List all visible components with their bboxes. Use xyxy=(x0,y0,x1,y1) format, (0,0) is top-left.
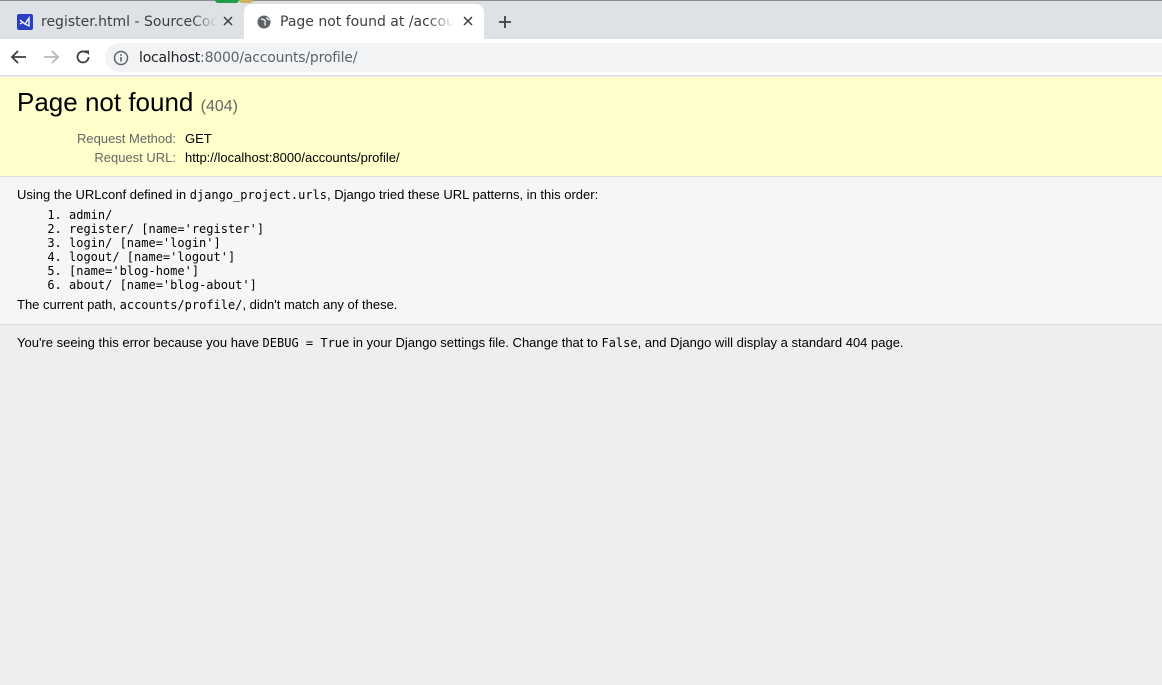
tab-page-not-found[interactable]: Page not found at /accounts/profile/ xyxy=(244,4,484,39)
back-button[interactable] xyxy=(9,47,29,67)
extension-indicator xyxy=(215,0,239,3)
forward-button[interactable] xyxy=(41,47,61,67)
url-path: :8000/accounts/profile/ xyxy=(200,49,358,66)
url-pattern-list: admin/ register/ [name='register'] login… xyxy=(69,208,1145,292)
meta-value: GET xyxy=(185,131,212,146)
meta-key: Request URL: xyxy=(94,150,176,165)
text-fragment: The current path, xyxy=(17,297,120,312)
arrow-left-icon xyxy=(10,50,26,64)
tab-register-html[interactable]: register.html - SourceCode xyxy=(8,4,244,39)
list-item: login/ [name='login'] xyxy=(69,236,1145,250)
text-fragment: Using the URLconf defined in xyxy=(17,187,190,202)
reload-button[interactable] xyxy=(73,47,93,67)
text-fragment: You're seeing this error because you hav… xyxy=(17,335,263,350)
close-tab-icon[interactable] xyxy=(460,13,476,29)
meta-value: http://localhost:8000/accounts/profile/ xyxy=(185,150,400,165)
url-text[interactable]: localhost:8000/accounts/profile/ xyxy=(139,50,357,66)
browser-toolbar: localhost:8000/accounts/profile/ xyxy=(0,39,1162,76)
error-code: (404) xyxy=(200,98,238,115)
error-title: Page not found xyxy=(17,87,194,117)
meta-row: Request URL: http://localhost:8000/accou… xyxy=(17,150,400,169)
visual-studio-code-icon xyxy=(17,13,33,30)
list-item: admin/ xyxy=(69,208,1145,222)
list-item: [name='blog-home'] xyxy=(69,264,1145,278)
list-item: logout/ [name='logout'] xyxy=(69,250,1145,264)
plus-icon xyxy=(499,16,511,28)
urlconf-name: django_project.urls xyxy=(189,188,327,202)
text-fragment: , didn't match any of these. xyxy=(242,297,398,312)
new-tab-button[interactable] xyxy=(495,12,515,32)
list-item: register/ [name='register'] xyxy=(69,222,1145,236)
close-tab-icon[interactable] xyxy=(220,13,236,29)
current-path-message: The current path, accounts/profile/, did… xyxy=(17,297,1145,313)
tab-title: Page not found at /accounts/profile/ xyxy=(280,13,454,30)
request-meta-table: Request Method: GET Request URL: http://… xyxy=(17,131,400,169)
meta-key: Request Method: xyxy=(76,131,176,146)
meta-row: Request Method: GET xyxy=(17,131,400,150)
page-content: Page not found (404) Request Method: GET… xyxy=(0,77,1162,685)
text-fragment: , and Django will display a standard 404… xyxy=(637,335,904,350)
globe-icon xyxy=(256,14,272,30)
address-bar[interactable]: localhost:8000/accounts/profile/ xyxy=(105,43,1162,72)
browser-window: register.html - SourceCode Page not foun… xyxy=(0,0,1162,685)
arrow-right-icon xyxy=(44,50,60,64)
urlconf-description: Using the URLconf defined in django_proj… xyxy=(17,187,1145,203)
debug-explanation: You're seeing this error because you hav… xyxy=(0,325,1162,361)
page-title: Page not found (404) xyxy=(17,87,1145,122)
current-path: accounts/profile/ xyxy=(119,298,243,312)
info-icon[interactable] xyxy=(113,50,129,66)
url-host: localhost xyxy=(139,49,201,66)
extension-indicator-secondary xyxy=(239,0,253,3)
debug-setting: DEBUG = True xyxy=(262,336,350,350)
text-fragment: in your Django settings file. Change tha… xyxy=(349,335,602,350)
debug-false-value: False xyxy=(601,336,638,350)
urlconf-info: Using the URLconf defined in django_proj… xyxy=(0,177,1162,325)
tab-title: register.html - SourceCode xyxy=(41,13,217,30)
error-summary: Page not found (404) Request Method: GET… xyxy=(0,77,1162,177)
text-fragment: , Django tried these URL patterns, in th… xyxy=(327,187,599,202)
tab-bar: register.html - SourceCode Page not foun… xyxy=(0,4,1162,39)
debug-message: You're seeing this error because you hav… xyxy=(17,335,1145,351)
reload-icon xyxy=(76,50,90,64)
list-item: about/ [name='blog-about'] xyxy=(69,278,1145,292)
